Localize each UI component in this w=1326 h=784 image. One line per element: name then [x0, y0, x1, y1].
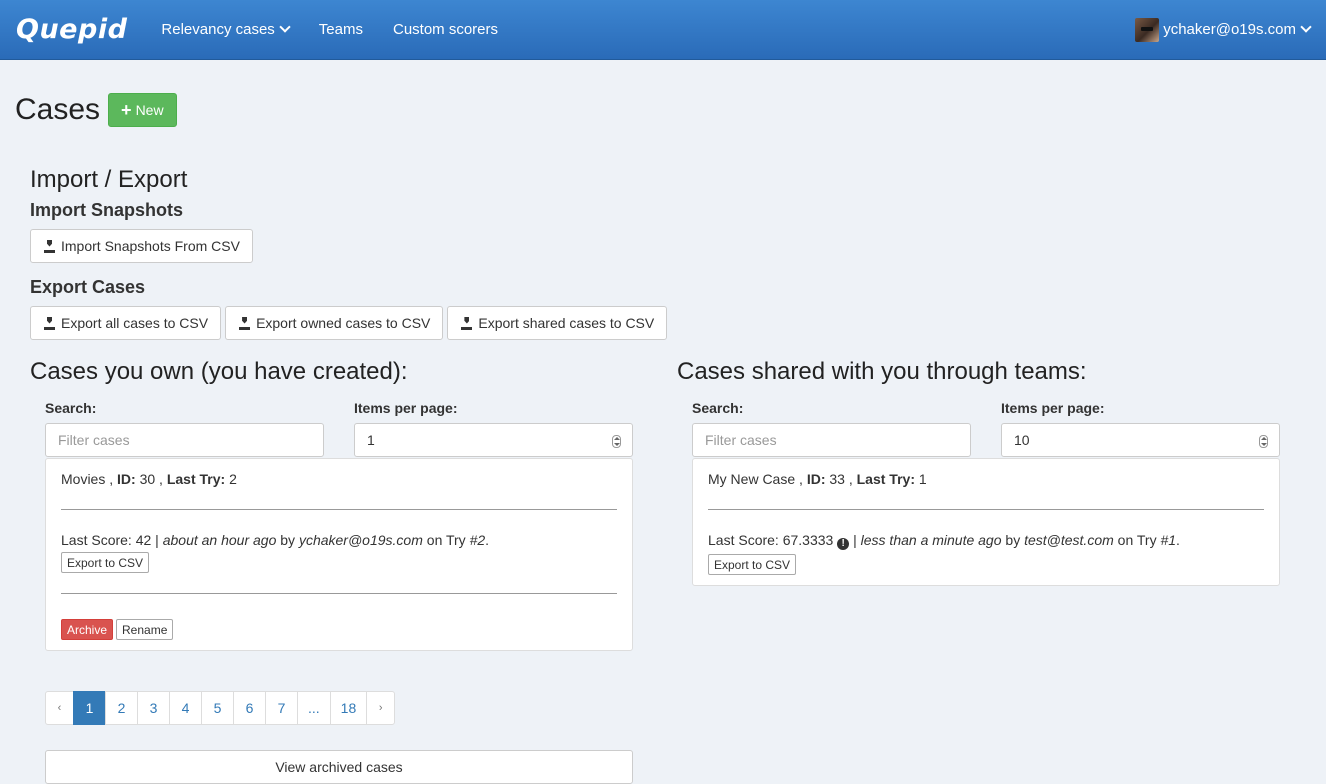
import-snapshots-title: Import Snapshots — [30, 200, 184, 220]
score-time: less than a minute ago — [860, 532, 1002, 548]
chevron-down-icon — [279, 21, 291, 33]
user-avatar — [1135, 17, 1160, 42]
shared-search-input[interactable] — [692, 423, 971, 457]
case-id-label: ID: — [806, 471, 826, 487]
pagination: ‹ 1 2 3 4 5 6 7 ... 18 › — [45, 691, 677, 725]
case-id-label: ID: — [117, 471, 136, 487]
case-name[interactable]: My New Case — [708, 471, 795, 487]
owned-per-page-value: 1 — [367, 432, 375, 448]
pagination-page[interactable]: 6 — [233, 691, 266, 725]
pagination-ellipsis[interactable]: ... — [297, 691, 331, 725]
case-card: My New Case , ID: 33 , Last Try: 1 Last … — [692, 458, 1280, 586]
owned-per-page-label: Items per page: — [354, 400, 458, 416]
export-all-label: Export all cases to CSV — [61, 315, 209, 331]
pagination-page[interactable]: 7 — [265, 691, 298, 725]
score-label: Last Score: — [61, 532, 132, 548]
pagination-next[interactable]: › — [366, 691, 396, 725]
score-label: Last Score: — [708, 532, 779, 548]
score-by: by — [280, 532, 296, 548]
export-shared-button[interactable]: Export shared cases to CSV — [447, 306, 668, 340]
import-export-title: Import / Export — [30, 166, 188, 193]
user-email: ychaker@o19s.com — [1163, 21, 1296, 38]
import-export-section: Import / Export Import Snapshots Import … — [0, 166, 1326, 340]
shared-search-label: Search: — [692, 400, 744, 416]
new-case-label: New — [135, 102, 164, 118]
nav-custom-scorers[interactable]: Custom scorers — [393, 21, 498, 38]
pagination-page[interactable]: 2 — [105, 691, 138, 725]
page-title: Cases — [15, 93, 101, 126]
case-last-try: 2 — [229, 471, 237, 487]
download-icon — [238, 317, 251, 330]
chevron-down-icon — [1300, 21, 1312, 33]
plus-icon: + — [121, 100, 132, 120]
archive-button[interactable]: Archive — [61, 619, 114, 640]
export-shared-label: Export shared cases to CSV — [478, 315, 655, 331]
export-all-button[interactable]: Export all cases to CSV — [30, 306, 222, 340]
case-last-try-label: Last Try: — [166, 471, 226, 487]
view-archived-button[interactable]: View archived cases — [45, 750, 633, 784]
import-snapshots-label: Import Snapshots From CSV — [61, 238, 240, 254]
pagination-page[interactable]: 5 — [201, 691, 234, 725]
shared-per-page-select[interactable]: 10 — [1001, 423, 1280, 457]
score-time: about an hour ago — [162, 532, 277, 548]
export-cases-title: Export Cases — [30, 277, 146, 297]
page-header: Cases + New — [0, 60, 1326, 140]
score-on-try: on Try — [426, 532, 466, 548]
case-last-try: 1 — [918, 471, 927, 487]
shared-per-page-label: Items per page: — [1001, 400, 1105, 416]
export-owned-label: Export owned cases to CSV — [256, 315, 431, 331]
export-case-csv-button[interactable]: Export to CSV — [708, 554, 797, 575]
nav-relevancy-cases[interactable]: Relevancy cases — [161, 21, 291, 38]
download-icon — [460, 317, 473, 330]
updown-arrows-icon — [612, 435, 621, 448]
case-id: 33 — [829, 471, 845, 487]
case-card: Movies , ID: 30 , Last Try: 2 Last Score… — [45, 458, 633, 651]
export-case-csv-button[interactable]: Export to CSV — [61, 552, 150, 573]
pagination-page[interactable]: 1 — [73, 691, 106, 725]
export-owned-button[interactable]: Export owned cases to CSV — [225, 306, 444, 340]
shared-per-page-value: 10 — [1014, 432, 1030, 448]
pagination-page[interactable]: 3 — [137, 691, 170, 725]
pagination-page[interactable]: 4 — [169, 691, 202, 725]
score-by: by — [1005, 532, 1021, 548]
top-navbar: Quepid Relevancy cases Teams Custom scor… — [0, 0, 1326, 60]
shared-cases-title: Cases shared with you through teams: — [677, 358, 1087, 385]
user-menu[interactable]: ychaker@o19s.com — [1135, 17, 1312, 42]
exclamation-circle-icon: ! — [837, 538, 850, 550]
score-on-try: on Try — [1117, 532, 1157, 548]
owned-per-page-select[interactable]: 1 — [354, 423, 633, 457]
download-icon — [43, 317, 56, 330]
pagination-page[interactable]: 18 — [329, 691, 368, 725]
pagination-prev[interactable]: ‹ — [45, 691, 74, 725]
score-try-ref: #1 — [1160, 532, 1177, 548]
shared-cases-column: Cases shared with you through teams: Sea… — [677, 358, 1324, 784]
case-name[interactable]: Movies — [61, 471, 105, 487]
case-score-line: Last Score: 67.3333 ! | less than a minu… — [708, 532, 1180, 550]
download-icon — [43, 240, 56, 253]
import-snapshots-button[interactable]: Import Snapshots From CSV — [30, 229, 253, 263]
new-case-button[interactable]: + New — [108, 93, 177, 127]
brand-logo[interactable]: Quepid — [16, 14, 127, 45]
score-value: 42 — [135, 532, 152, 548]
nav-teams[interactable]: Teams — [319, 21, 363, 38]
case-title-line: Movies , ID: 30 , Last Try: 2 — [61, 471, 237, 487]
case-id: 30 — [139, 471, 156, 487]
updown-arrows-icon — [1259, 435, 1268, 448]
score-value: 67.3333 — [782, 532, 834, 548]
owned-cases-title: Cases you own (you have created): — [30, 358, 408, 385]
score-try-ref: #2 — [469, 532, 486, 548]
owned-search-label: Search: — [45, 400, 97, 416]
score-user: test@test.com — [1024, 532, 1114, 548]
case-score-line: Last Score: 42 | about an hour ago by yc… — [61, 532, 490, 548]
rename-button[interactable]: Rename — [116, 619, 174, 640]
case-last-try-label: Last Try: — [856, 471, 915, 487]
case-title-line: My New Case , ID: 33 , Last Try: 1 — [708, 471, 927, 487]
owned-cases-column: Cases you own (you have created): Search… — [30, 358, 677, 784]
owned-search-input[interactable] — [45, 423, 324, 457]
nav-relevancy-cases-label: Relevancy cases — [161, 21, 275, 38]
score-user: ychaker@o19s.com — [298, 532, 423, 548]
